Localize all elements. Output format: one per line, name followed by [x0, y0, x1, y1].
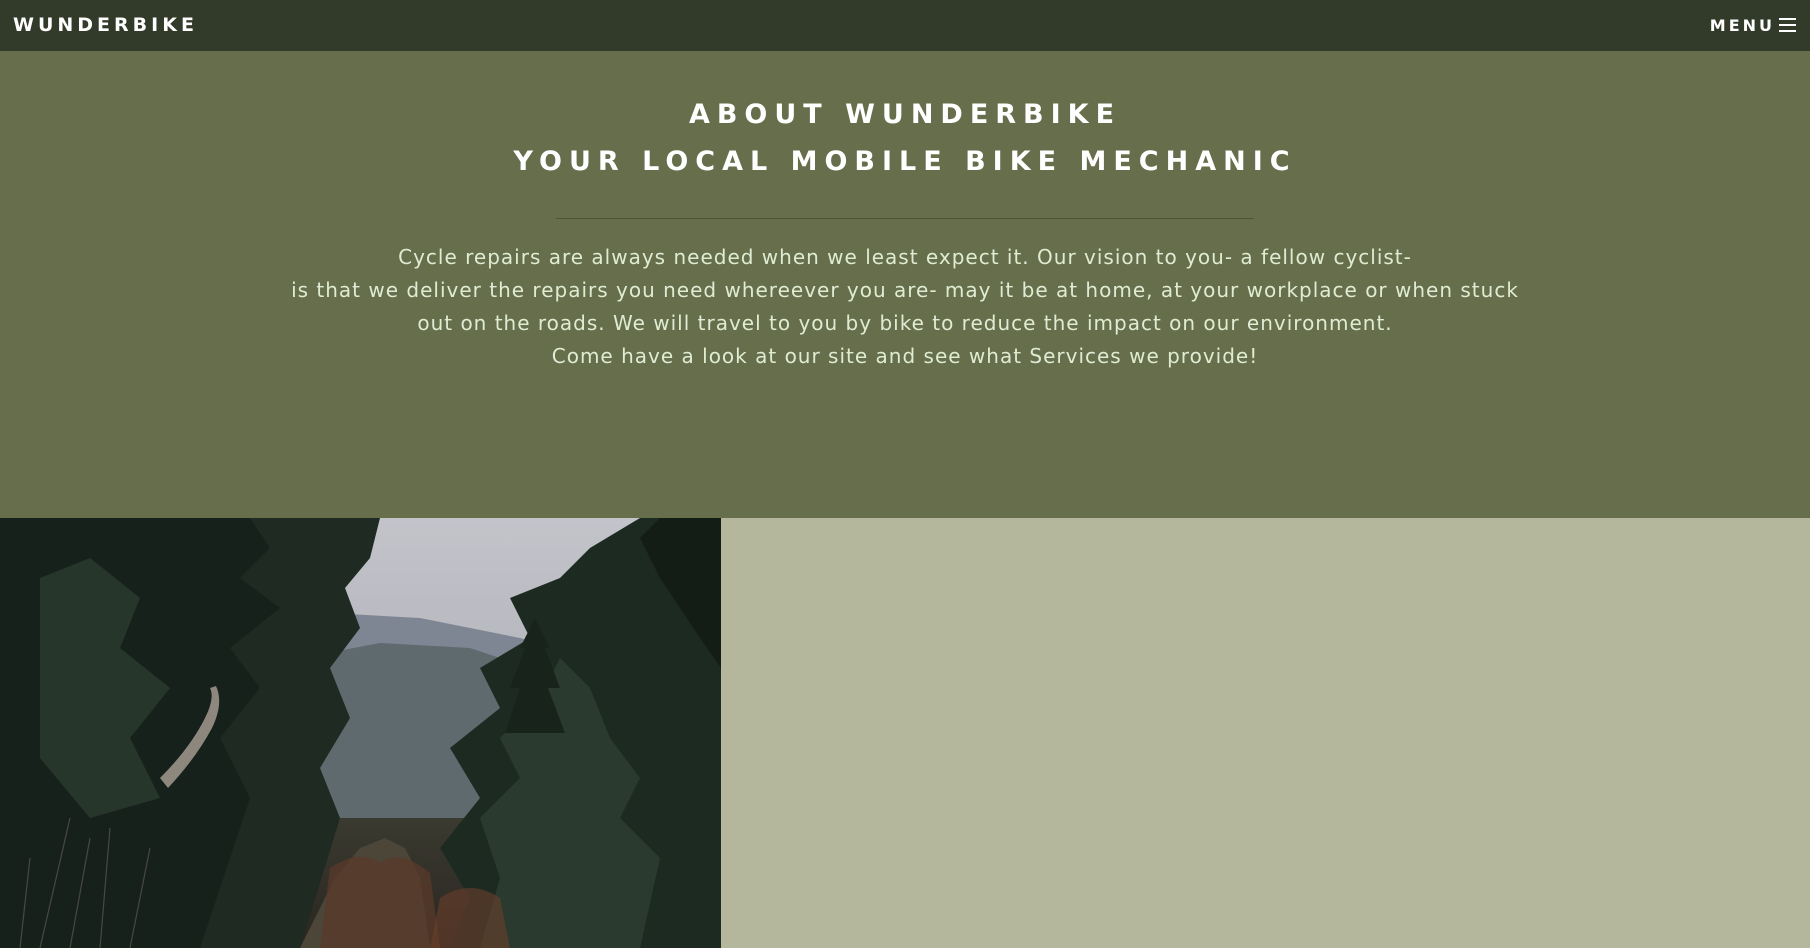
section-divider: [556, 218, 1254, 219]
about-paragraph-line: Cycle repairs are always needed when we …: [398, 245, 1412, 269]
hamburger-icon: [1779, 17, 1796, 32]
forest-trail-photo: [0, 518, 721, 948]
menu-button[interactable]: MENU: [1710, 16, 1796, 35]
about-title-line-2: YOUR LOCAL MOBILE BIKE MECHANIC: [513, 146, 1297, 177]
about-title-line-1: ABOUT WUNDERBIKE: [688, 99, 1122, 130]
side-panel: [721, 518, 1810, 948]
about-paragraph-line: out on the roads. We will travel to you …: [417, 311, 1393, 335]
brand-logo-link[interactable]: WUNDERBIKE: [13, 14, 198, 36]
photo-row: [0, 518, 1810, 948]
menu-label: MENU: [1709, 16, 1775, 35]
navbar: WUNDERBIKE MENU: [0, 0, 1810, 51]
about-paragraph: Cycle repairs are always needed when we …: [255, 241, 1555, 373]
about-section: ABOUT WUNDERBIKE YOUR LOCAL MOBILE BIKE …: [0, 51, 1810, 518]
about-paragraph-line: Come have a look at our site and see wha…: [551, 344, 1259, 368]
about-heading: ABOUT WUNDERBIKE YOUR LOCAL MOBILE BIKE …: [0, 51, 1810, 185]
about-paragraph-line: is that we deliver the repairs you need …: [291, 278, 1519, 302]
